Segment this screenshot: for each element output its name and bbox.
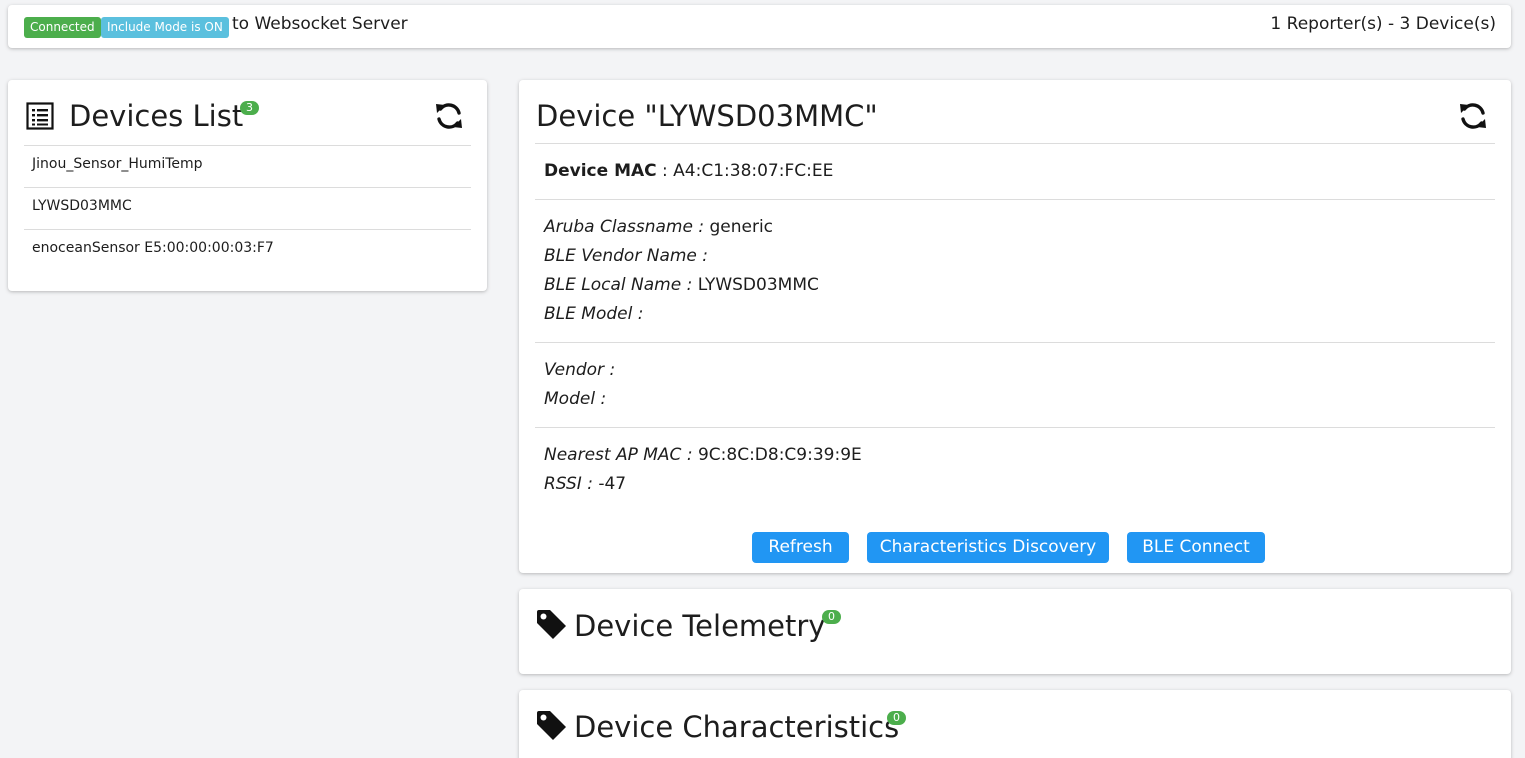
- devices-list-title: Devices List: [69, 99, 244, 133]
- device-list-item[interactable]: LYWSD03MMC: [24, 187, 471, 229]
- ble-local-name-row: BLE Local Name : LYWSD03MMC: [544, 275, 819, 295]
- nearest-ap-value: 9C:8C:D8:C9:39:9E: [697, 445, 862, 465]
- divider: [535, 427, 1495, 428]
- device-mac-row: Device MAC : A4:C1:38:07:FC:EE: [544, 161, 834, 181]
- aruba-classname-value: generic: [709, 217, 774, 237]
- rssi-value: -47: [598, 474, 627, 494]
- characteristics-count-badge: 0: [887, 711, 906, 725]
- device-title: Device "LYWSD03MMC": [536, 99, 878, 133]
- rssi-label: RSSI :: [544, 474, 593, 494]
- tag-icon: [537, 610, 566, 639]
- ble-connect-button[interactable]: BLE Connect: [1127, 532, 1265, 563]
- aruba-classname-row: Aruba Classname : generic: [544, 217, 773, 237]
- device-list-item[interactable]: enoceanSensor E5:00:00:00:03:F7: [24, 229, 471, 271]
- ble-vendor-name-row: BLE Vendor Name :: [544, 246, 708, 266]
- devices-list-panel: Devices List 3 Jinou_Sensor_HumiTemp LYW…: [8, 80, 487, 291]
- ble-vendor-name-label: BLE Vendor Name :: [544, 246, 709, 266]
- devices-count-badge: 3: [240, 101, 259, 115]
- refresh-icon[interactable]: [1457, 100, 1489, 132]
- device-list-item[interactable]: Jinou_Sensor_HumiTemp: [24, 145, 471, 187]
- status-bar: Connected Include Mode is ON to Websocke…: [8, 5, 1511, 48]
- device-mac-value: A4:C1:38:07:FC:EE: [673, 161, 834, 181]
- telemetry-count-badge: 0: [822, 610, 841, 624]
- divider: [535, 342, 1495, 343]
- vendor-label: Vendor :: [544, 360, 616, 380]
- ble-model-label: BLE Model :: [544, 304, 644, 324]
- device-characteristics-title: Device Characteristics: [574, 710, 900, 744]
- model-row: Model :: [544, 389, 606, 409]
- connection-status-text: to Websocket Server: [232, 14, 408, 34]
- connected-badge: Connected: [24, 17, 101, 38]
- ble-local-name-label: BLE Local Name :: [544, 275, 693, 295]
- model-label: Model :: [544, 389, 607, 409]
- device-telemetry-title: Device Telemetry: [574, 609, 826, 643]
- nearest-ap-label: Nearest AP MAC :: [544, 445, 693, 465]
- device-characteristics-panel: Device Characteristics 0: [519, 690, 1511, 758]
- divider: [535, 143, 1495, 144]
- refresh-icon[interactable]: [433, 100, 465, 132]
- include-mode-badge: Include Mode is ON: [101, 17, 229, 38]
- device-detail-panel: Device "LYWSD03MMC" Device MAC : A4:C1:3…: [519, 80, 1511, 573]
- ble-model-row: BLE Model :: [544, 304, 643, 324]
- characteristics-discovery-button[interactable]: Characteristics Discovery: [867, 532, 1109, 563]
- devices-list: Jinou_Sensor_HumiTemp LYWSD03MMC enocean…: [24, 145, 471, 271]
- ble-local-name-value: LYWSD03MMC: [697, 275, 819, 295]
- device-telemetry-panel: Device Telemetry 0: [519, 589, 1511, 674]
- divider: [535, 199, 1495, 200]
- rssi-row: RSSI : -47: [544, 474, 626, 494]
- vendor-row: Vendor :: [544, 360, 615, 380]
- tag-icon: [537, 711, 566, 740]
- aruba-classname-label: Aruba Classname :: [544, 217, 705, 237]
- device-mac-label: Device MAC: [544, 161, 657, 181]
- list-icon: [26, 102, 54, 130]
- reporter-device-counts: 1 Reporter(s) - 3 Device(s): [1270, 14, 1496, 34]
- refresh-button[interactable]: Refresh: [752, 532, 849, 563]
- nearest-ap-row: Nearest AP MAC : 9C:8C:D8:C9:39:9E: [544, 445, 862, 465]
